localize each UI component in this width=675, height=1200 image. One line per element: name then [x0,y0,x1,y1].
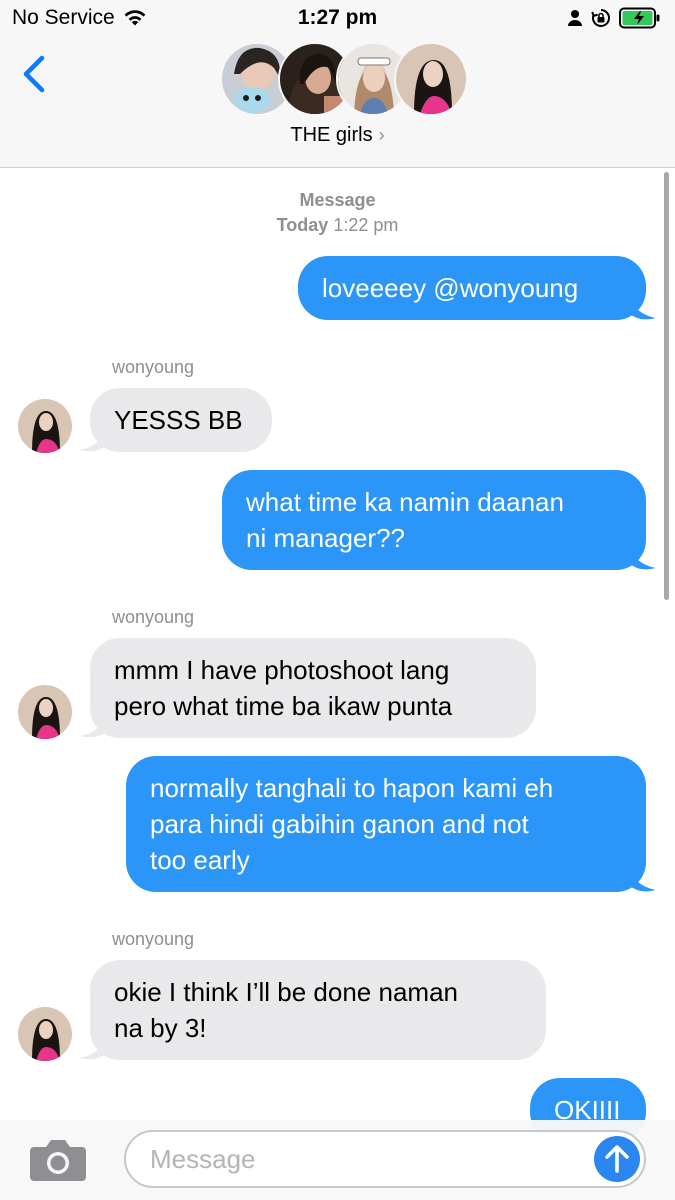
back-button[interactable] [18,54,52,94]
message-line: normally tanghali to hapon kami eh [150,773,554,803]
sender-name: wonyoung [112,929,195,949]
camera-button[interactable] [28,1135,88,1183]
incoming-message[interactable]: YESSS BB [90,388,272,452]
incoming-message[interactable]: okie I think I’ll be done naman na by 3! [90,960,546,1060]
sender-name: wonyoung [112,607,195,627]
message-line: pero what time ba ikaw punta [114,691,453,721]
sender-name: wonyoung [112,357,195,377]
incoming-message[interactable]: mmm I have photoshoot lang pero what tim… [90,638,536,738]
message-text: YESSS BB [114,405,243,435]
outgoing-bubble-tail [630,298,656,320]
message-timestamp: Today 1:22 pm [0,215,675,236]
outgoing-message[interactable]: what time ka namin daanan ni manager?? [222,470,646,570]
compose-bar: Message [0,1120,675,1200]
battery-charging-icon [619,7,660,29]
group-avatars[interactable] [220,42,468,116]
timestamp-day: Today [276,215,329,235]
sender-avatar[interactable] [18,1007,72,1061]
message-input-placeholder: Message [150,1144,256,1174]
timestamp-time: 1:22 pm [333,215,399,235]
message-line: mmm I have photoshoot lang [114,655,450,685]
incoming-bubble-tail [80,716,106,738]
incoming-bubble-tail [80,430,106,452]
message-input[interactable]: Message [124,1130,646,1188]
message-line: ni manager?? [246,523,405,553]
arrow-up-icon [605,1145,629,1173]
outgoing-bubble-tail [630,548,656,570]
sender-avatar[interactable] [18,399,72,453]
service-label: Message [0,190,675,211]
service-label-text: Message [299,190,376,210]
sender-avatar[interactable] [18,685,72,739]
incoming-bubble-tail [80,1038,106,1060]
status-right [567,7,661,29]
person-icon [568,10,582,26]
message-line: what time ka namin daanan [246,487,564,517]
outgoing-message[interactable]: normally tanghali to hapon kami eh para … [126,756,646,892]
message-line: para hindi gabihin ganon and not [150,809,529,839]
message-line: okie I think I’ll be done naman [114,977,458,1007]
messages-screen: No Service 1:27 pm THE girls › Message T… [0,0,675,1200]
message-line: na by 3! [114,1013,207,1043]
scrollbar[interactable] [664,172,669,600]
status-bar: No Service 1:27 pm [0,0,675,38]
message-line: too early [150,845,250,875]
orientation-lock-icon [591,9,610,27]
outgoing-message[interactable]: loveeeey @wonyoung [298,256,646,320]
group-name[interactable]: THE girls › [0,124,675,147]
send-button[interactable] [594,1136,640,1182]
chevron-right-icon: › [378,125,385,145]
group-name-label: THE girls [290,124,373,146]
outgoing-bubble-tail [630,870,656,892]
conversation-header: THE girls › [0,38,675,168]
group-member-avatar [394,42,468,116]
message-text: loveeeey @wonyoung [322,273,579,303]
